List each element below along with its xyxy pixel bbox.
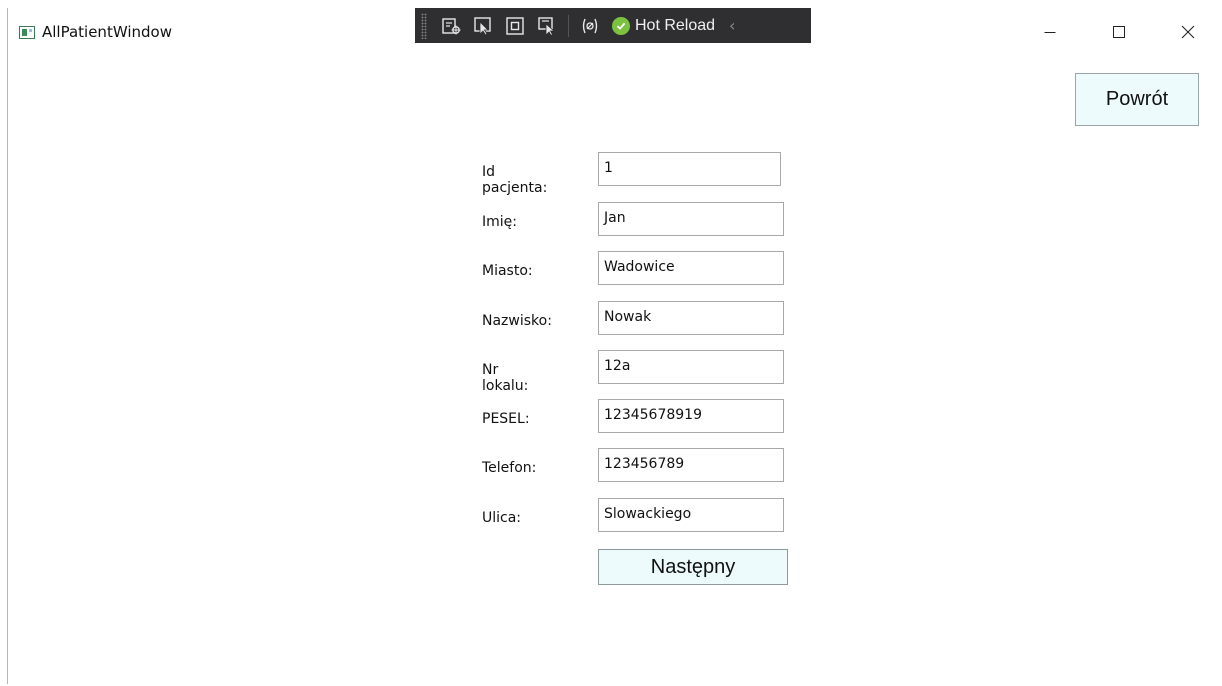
xaml-debug-toolbar: Hot Reload ‹ xyxy=(415,8,811,43)
window-title: AllPatientWindow xyxy=(42,23,172,41)
pesel-field[interactable]: 12345678919 xyxy=(598,399,784,433)
minimize-button[interactable] xyxy=(1015,8,1084,56)
apartment-number-field[interactable]: 12a xyxy=(598,350,784,384)
patient-window: AllPatientWindow Hot Reload ‹ Powrót Id … xyxy=(7,8,1222,684)
back-button[interactable]: Powrót xyxy=(1075,73,1199,126)
last-name-field[interactable]: Nowak xyxy=(598,301,784,335)
label-last-name: Nazwisko: xyxy=(482,313,552,329)
label-apartment-number: Nr lokalu: xyxy=(482,362,529,394)
toolbar-collapse-chevron-left-icon[interactable]: ‹ xyxy=(729,16,735,35)
label-phone: Telefon: xyxy=(482,460,537,476)
patient-id-field[interactable]: 1 xyxy=(598,152,781,186)
maximize-icon xyxy=(1112,26,1125,38)
hot-reload-label[interactable]: Hot Reload xyxy=(635,17,715,35)
label-street: Ulica: xyxy=(482,510,522,526)
window-caption-buttons xyxy=(1015,8,1222,56)
label-city: Miasto: xyxy=(482,263,533,279)
label-first-name: Imię: xyxy=(482,214,517,230)
label-pesel: PESEL: xyxy=(482,411,530,427)
first-name-field[interactable]: Jan xyxy=(598,202,784,236)
close-icon xyxy=(1181,25,1194,39)
display-layout-adorners-icon[interactable] xyxy=(504,15,526,37)
city-field[interactable]: Wadowice xyxy=(598,251,784,285)
close-button[interactable] xyxy=(1153,8,1222,56)
maximize-button[interactable] xyxy=(1084,8,1153,56)
label-patient-id: Id pacjenta: xyxy=(482,164,548,196)
next-button[interactable]: Następny xyxy=(598,549,788,585)
select-element-icon[interactable] xyxy=(472,15,494,37)
binding-failures-icon[interactable] xyxy=(579,15,601,37)
street-field[interactable]: Slowackiego xyxy=(598,498,784,532)
hot-reload-check-icon[interactable] xyxy=(612,16,630,35)
track-focus-icon[interactable] xyxy=(536,15,558,37)
minimize-icon xyxy=(1044,32,1055,33)
toolbar-separator xyxy=(568,14,569,37)
phone-field[interactable]: 123456789 xyxy=(598,448,784,482)
app-window-icon xyxy=(19,26,35,39)
toolbar-grip-icon[interactable] xyxy=(421,12,427,39)
live-visual-tree-icon[interactable] xyxy=(440,15,462,37)
